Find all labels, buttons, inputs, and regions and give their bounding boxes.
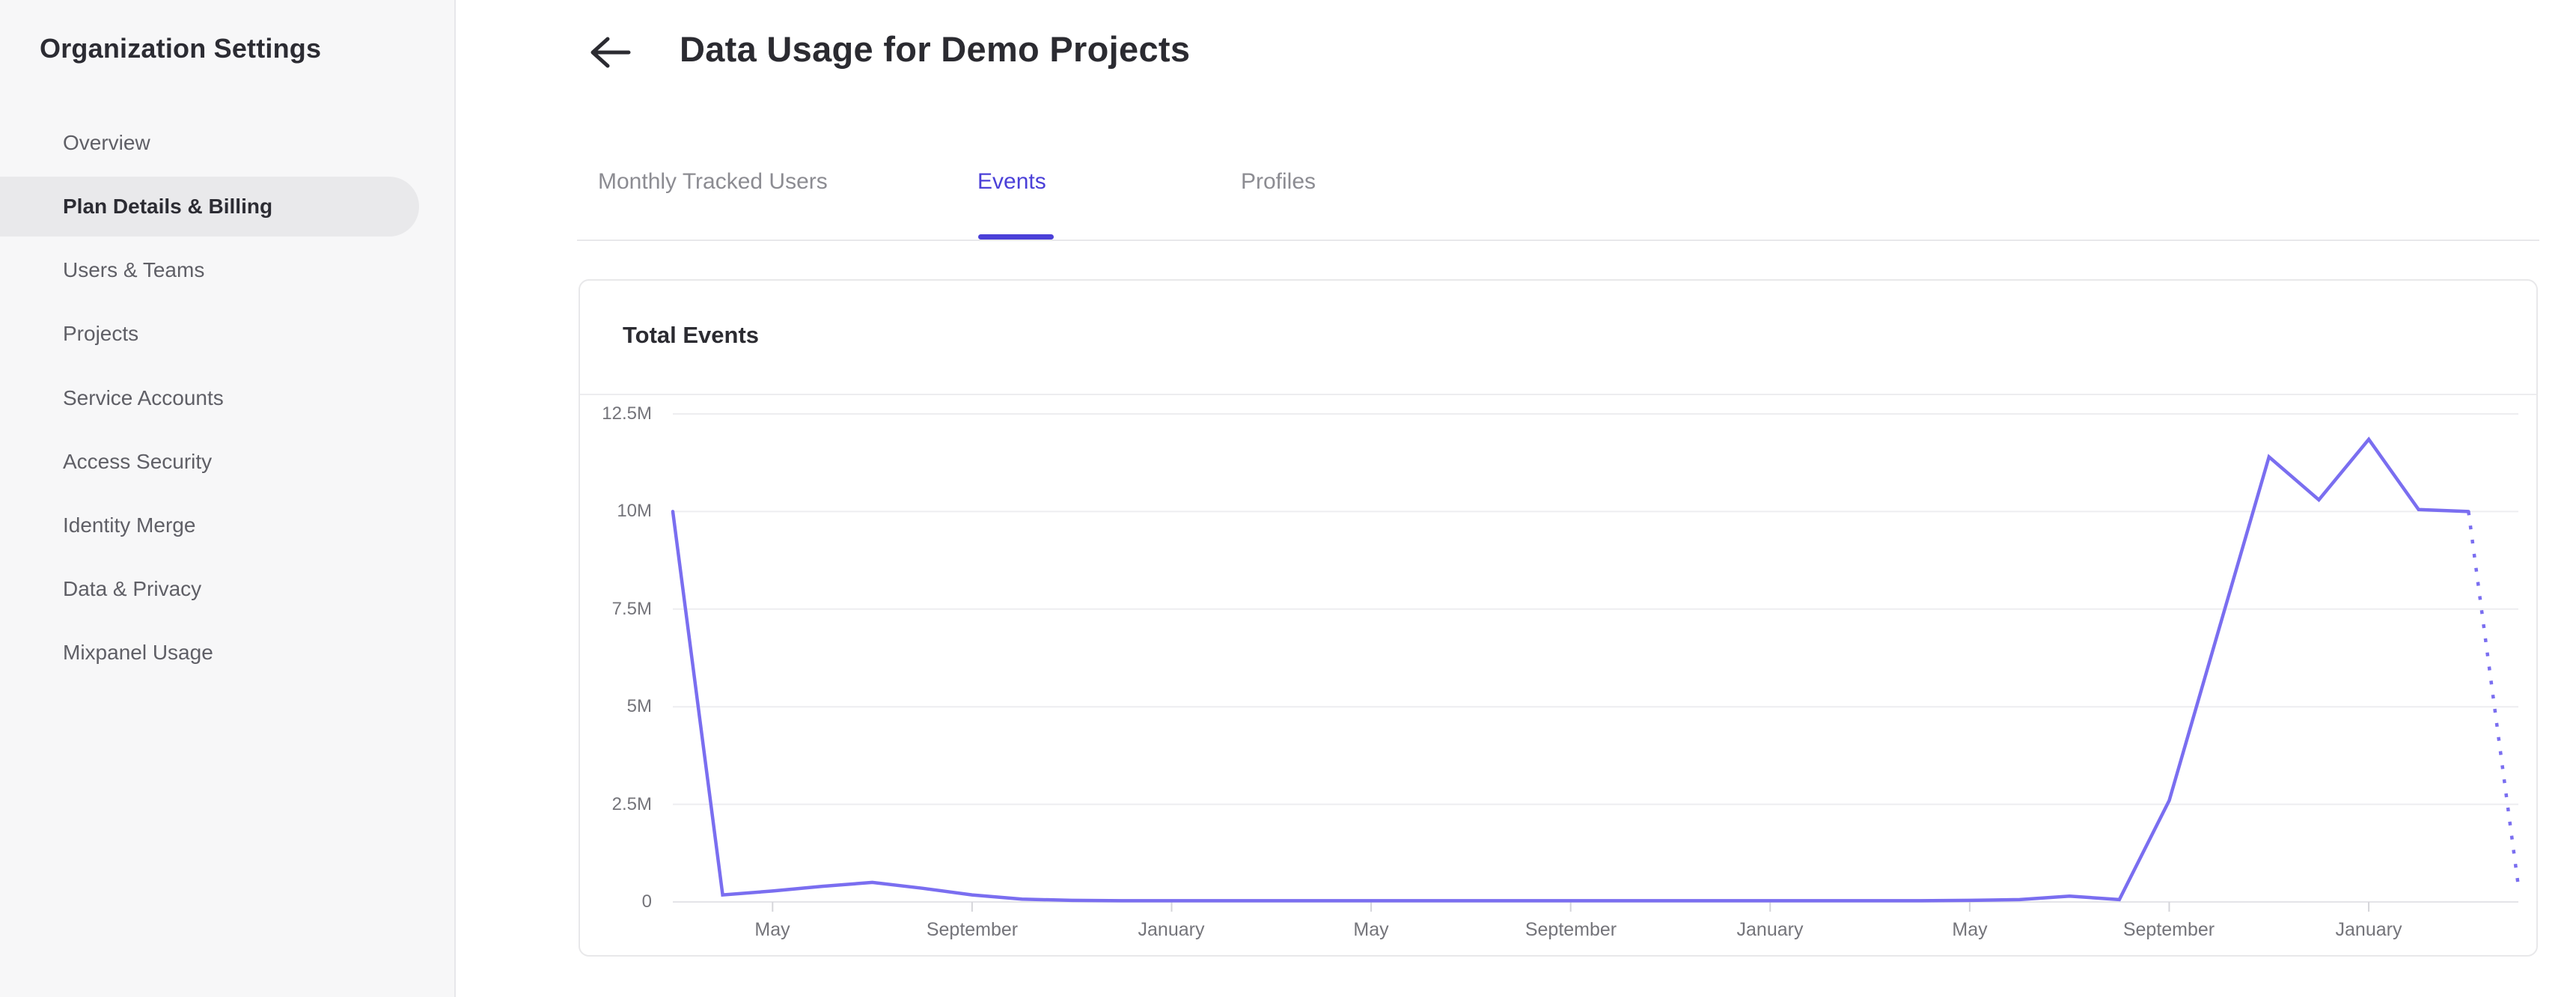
tab-bar-border [577, 240, 2539, 241]
events-line-chart[interactable] [580, 281, 2536, 955]
x-axis-label-september-4: September [1524, 919, 1617, 940]
back-button[interactable] [585, 30, 638, 75]
left-arrow-icon [590, 37, 631, 68]
total-events-card: Total Events 12.5M 10M 7.5M 5M 2.5M 0 May Septe… [579, 279, 2538, 957]
sidebar-item-projects[interactable]: Projects [0, 304, 419, 364]
y-axis-label-12.5M: 12.5M [602, 403, 652, 424]
sidebar-item-service-accounts[interactable]: Service Accounts [0, 368, 419, 428]
sidebar-item-mixpanel-usage[interactable]: Mixpanel Usage [0, 623, 419, 683]
sidebar-item-overview[interactable]: Overview [0, 113, 419, 173]
total-events-dotted-projection [2467, 511, 2521, 887]
tab-bar: Monthly Tracked Users Events Profiles [0, 169, 2576, 241]
tab-events[interactable]: Events [977, 169, 1046, 195]
x-axis-label-january-5: January [1736, 919, 1804, 940]
y-axis-label-5M: 5M [626, 696, 652, 716]
sidebar-title: Organization Settings [40, 33, 322, 64]
sidebar-item-access-security[interactable]: Access Security [0, 432, 419, 492]
x-axis-label-january-2: January [1138, 919, 1205, 940]
tab-monthly-tracked-users[interactable]: Monthly Tracked Users [598, 169, 828, 195]
active-tab-underline [978, 234, 1054, 240]
tab-profiles[interactable]: Profiles [1241, 169, 1316, 195]
sidebar: Organization Settings Overview Plan Detai… [0, 0, 456, 997]
y-axis-label-7.5M: 7.5M [611, 599, 652, 619]
x-axis-label-september-1: September [926, 919, 1019, 940]
total-events-line-series [671, 436, 2470, 903]
y-axis-label-2.5M: 2.5M [611, 794, 652, 814]
x-axis-label-may-3: May [1353, 919, 1389, 940]
sidebar-item-identity-merge[interactable]: Identity Merge [0, 496, 419, 555]
x-axis-label-may-0: May [754, 919, 790, 940]
y-axis-label-0: 0 [641, 891, 652, 912]
page-title: Data Usage for Demo Projects [680, 29, 1191, 69]
sidebar-item-data-privacy[interactable]: Data & Privacy [0, 559, 419, 619]
x-axis-label-january-8: January [2335, 919, 2402, 940]
x-axis-label-may-6: May [1952, 919, 1988, 940]
sidebar-item-users-teams[interactable]: Users & Teams [0, 240, 419, 300]
y-axis-label-10M: 10M [617, 501, 652, 521]
x-axis-label-september-7: September [2122, 919, 2215, 940]
